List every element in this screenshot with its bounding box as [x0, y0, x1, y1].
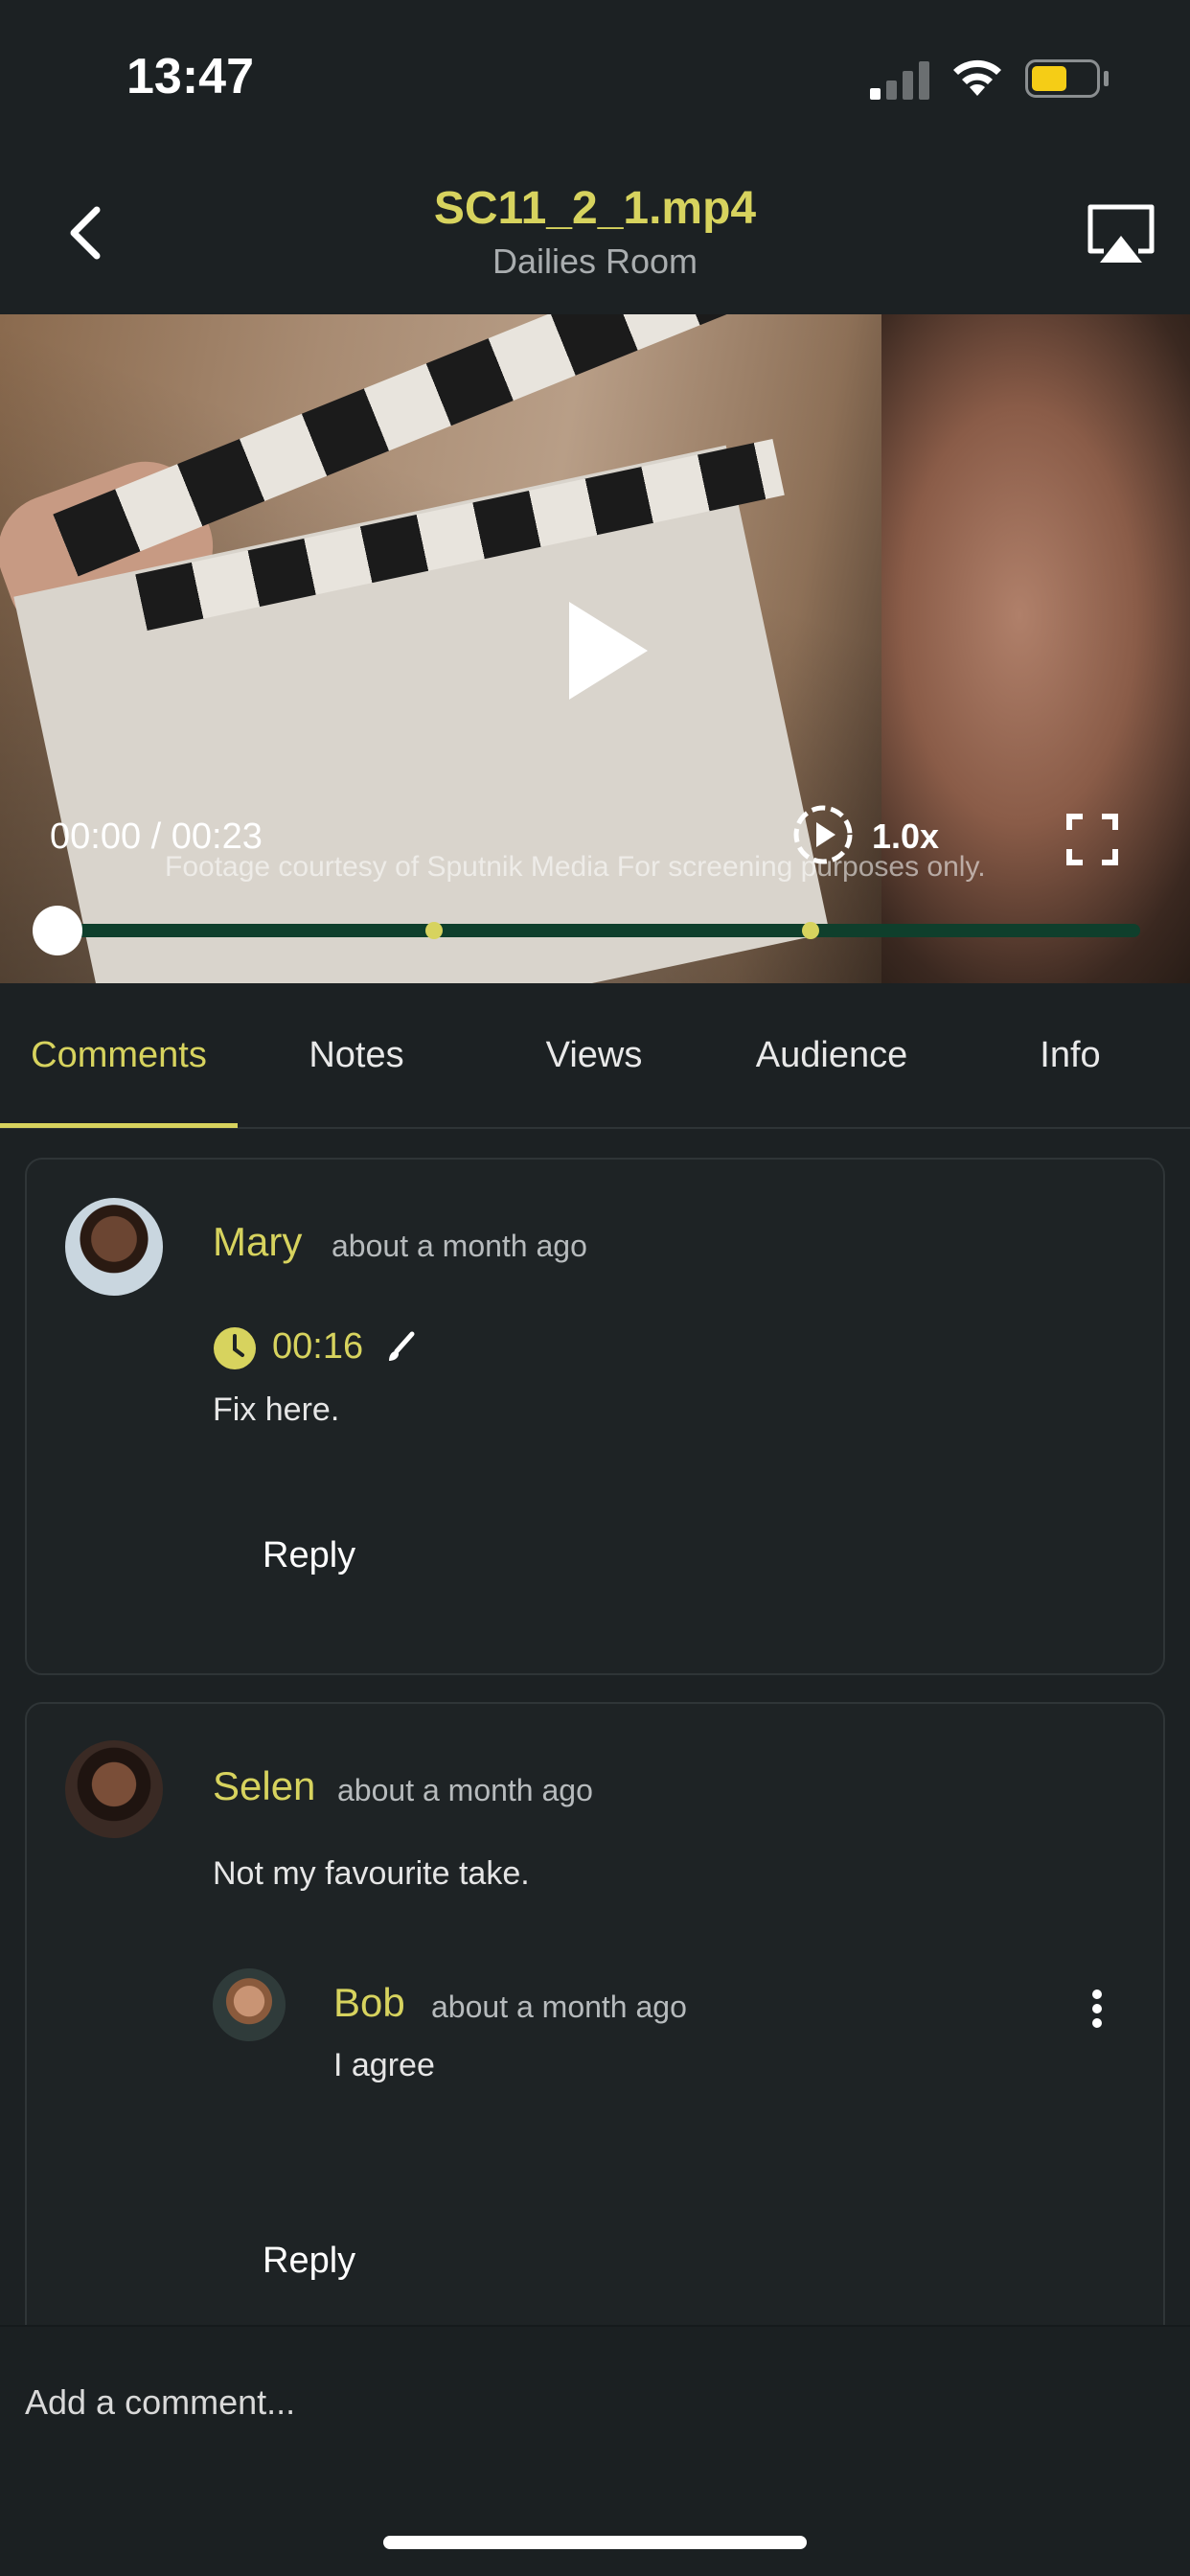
comment-card: Mary about a month ago 00:16 Fix here. R…: [25, 1158, 1165, 1675]
comment-card: Selen about a month ago Not my favourite…: [25, 1702, 1165, 2354]
comment-input[interactable]: Add a comment...: [25, 2382, 295, 2423]
comment-text: Not my favourite take.: [213, 1855, 530, 1892]
battery-nub: [1104, 71, 1109, 86]
status-time: 13:47: [126, 49, 254, 104]
comment-text: Fix here.: [213, 1392, 340, 1428]
video-player[interactable]: 00:00 / 00:23 Footage courtesy of Sputni…: [0, 314, 1190, 983]
comment-marker[interactable]: [802, 922, 820, 939]
progress-track[interactable]: [57, 924, 1140, 937]
avatar[interactable]: [213, 1968, 286, 2041]
play-icon[interactable]: [565, 598, 652, 703]
watermark-text: Footage courtesy of Sputnik Media For sc…: [165, 851, 986, 883]
navigation-header: SC11_2_1.mp4 Dailies Room: [0, 153, 1190, 314]
reply-button[interactable]: Reply: [263, 1535, 355, 1576]
home-indicator: [383, 2536, 807, 2549]
scrubber-handle[interactable]: [33, 906, 82, 955]
avatar[interactable]: [65, 1740, 163, 1838]
video-title: SC11_2_1.mp4: [433, 183, 757, 234]
reply-button[interactable]: Reply: [263, 2241, 355, 2282]
status-bar: 13:47: [0, 0, 1190, 153]
tab-comments[interactable]: Comments: [0, 983, 238, 1127]
tab-notes[interactable]: Notes: [238, 983, 475, 1127]
reply-author[interactable]: Bob: [333, 1980, 405, 2026]
active-tab-indicator: [0, 1123, 238, 1128]
playback-speed-label[interactable]: 1.0x: [872, 816, 939, 857]
brush-icon[interactable]: [383, 1330, 418, 1365]
comment-timecode[interactable]: 00:16: [272, 1326, 363, 1368]
reply-text: I agree: [333, 2047, 435, 2083]
reply-time-ago: about a month ago: [431, 1990, 687, 2024]
comment-marker[interactable]: [425, 922, 444, 939]
tab-audience[interactable]: Audience: [713, 983, 950, 1127]
comment-author[interactable]: Mary: [213, 1219, 302, 1265]
comment-time-ago: about a month ago: [332, 1229, 587, 1263]
room-subtitle: Dailies Room: [492, 242, 698, 281]
fullscreen-icon[interactable]: [1065, 813, 1119, 866]
playback-speed-icon[interactable]: [791, 803, 855, 866]
wifi-icon: [953, 59, 1001, 96]
comment-time-ago: about a month ago: [337, 1773, 593, 1807]
tab-info[interactable]: Info: [950, 983, 1190, 1127]
battery-icon: [1025, 59, 1100, 98]
airplay-icon[interactable]: [1083, 197, 1159, 274]
clock-icon: [214, 1327, 256, 1369]
more-options-icon[interactable]: [1090, 1988, 1104, 2030]
comment-author[interactable]: Selen: [213, 1763, 315, 1809]
cellular-signal-icon: [870, 59, 929, 100]
tab-views[interactable]: Views: [475, 983, 713, 1127]
avatar[interactable]: [65, 1198, 163, 1296]
tab-bar: Comments Notes Views Audience Info: [0, 983, 1190, 1129]
